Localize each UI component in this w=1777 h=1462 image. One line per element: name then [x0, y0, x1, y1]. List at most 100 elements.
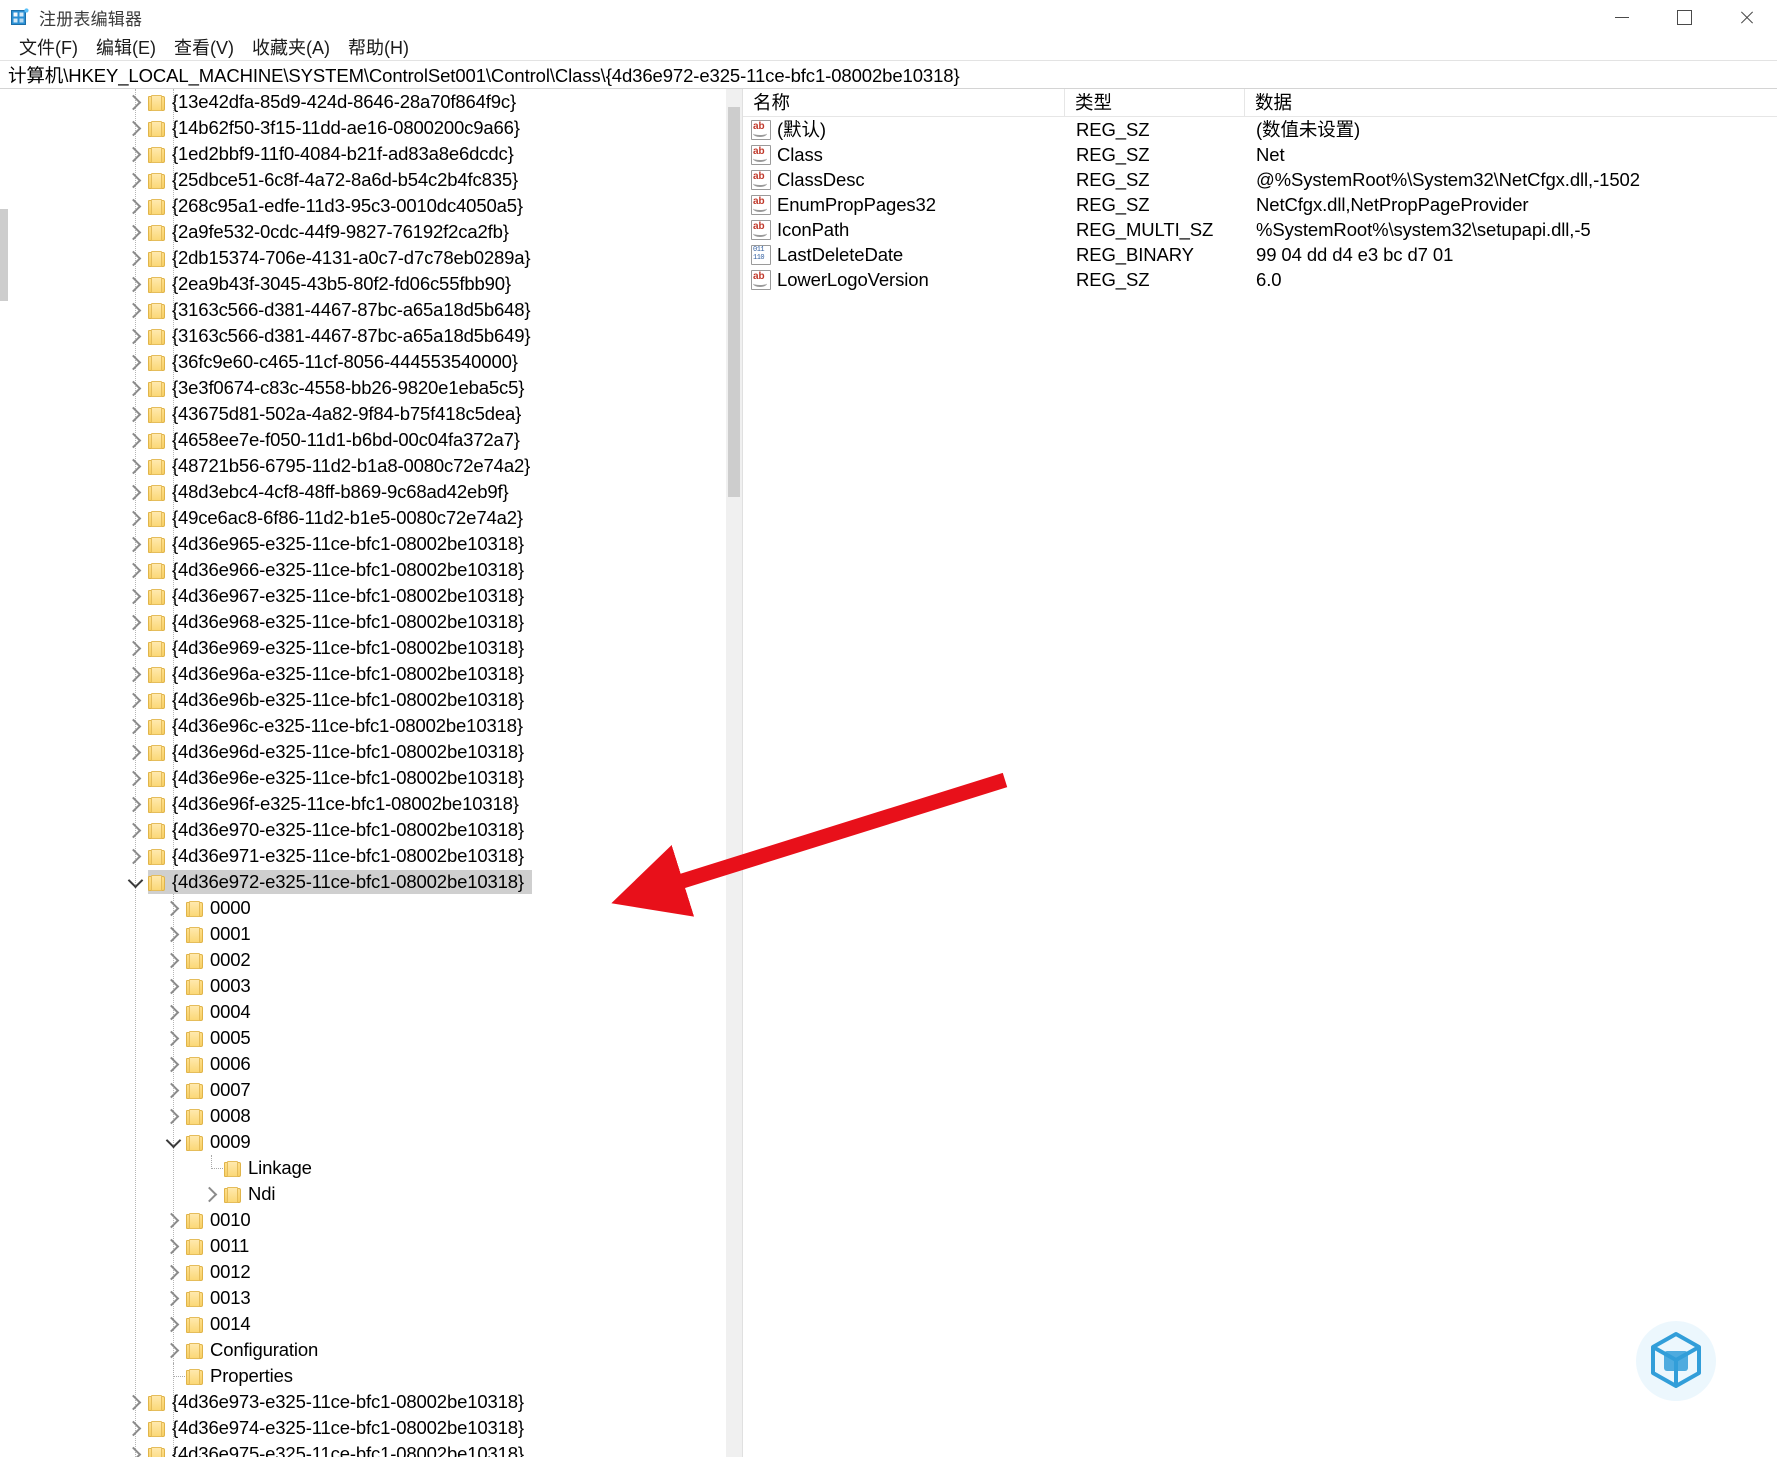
chevron-right-icon[interactable]	[160, 1207, 186, 1233]
tree-node[interactable]: {4d36e96f-e325-11ce-bfc1-08002be10318}	[0, 791, 726, 817]
chevron-right-icon[interactable]	[122, 245, 148, 271]
tree-node-content[interactable]: {14b62f50-3f15-11dd-ae16-0800200c9a66}	[148, 116, 528, 140]
tree-node[interactable]: {268c95a1-edfe-11d3-95c3-0010dc4050a5}	[0, 193, 726, 219]
tree-node[interactable]: 0006	[0, 1051, 726, 1077]
tree-node[interactable]: {36fc9e60-c465-11cf-8056-444553540000}	[0, 349, 726, 375]
tree-node[interactable]: {4d36e975-e325-11ce-bfc1-08002be10318}	[0, 1441, 726, 1457]
chevron-right-icon[interactable]	[160, 1025, 186, 1051]
menu-help[interactable]: 帮助(H)	[339, 32, 418, 63]
tree-node[interactable]: {2db15374-706e-4131-a0c7-d7c78eb0289a}	[0, 245, 726, 271]
chevron-right-icon[interactable]	[122, 427, 148, 453]
tree-node[interactable]: 0004	[0, 999, 726, 1025]
chevron-right-icon[interactable]	[122, 401, 148, 427]
tree-node-content[interactable]: {48d3ebc4-4cf8-48ff-b869-9c68ad42eb9f}	[148, 480, 517, 504]
chevron-right-icon[interactable]	[160, 1233, 186, 1259]
tree-node-content[interactable]: Ndi	[224, 1182, 283, 1206]
tree-node[interactable]: {4d36e965-e325-11ce-bfc1-08002be10318}	[0, 531, 726, 557]
tree-node-content[interactable]: 0011	[186, 1234, 257, 1258]
menu-file[interactable]: 文件(F)	[10, 32, 87, 63]
tree-node[interactable]: {4d36e96a-e325-11ce-bfc1-08002be10318}	[0, 661, 726, 687]
tree-node-content[interactable]: {3163c566-d381-4467-87bc-a65a18d5b648}	[148, 298, 538, 322]
tree-node-content[interactable]: {2db15374-706e-4131-a0c7-d7c78eb0289a}	[148, 246, 538, 270]
tree-node-content[interactable]: 0013	[186, 1286, 259, 1310]
tree-node[interactable]: {14b62f50-3f15-11dd-ae16-0800200c9a66}	[0, 115, 726, 141]
tree-node-content[interactable]: 0008	[186, 1104, 259, 1128]
chevron-right-icon[interactable]	[122, 505, 148, 531]
tree-scrollbar[interactable]	[726, 89, 742, 1457]
chevron-right-icon[interactable]	[122, 583, 148, 609]
chevron-right-icon[interactable]	[122, 765, 148, 791]
tree-node[interactable]: {48d3ebc4-4cf8-48ff-b869-9c68ad42eb9f}	[0, 479, 726, 505]
tree-node-content[interactable]: {49ce6ac8-6f86-11d2-b1e5-0080c72e74a2}	[148, 506, 531, 530]
tree-node-content[interactable]: {4d36e972-e325-11ce-bfc1-08002be10318}	[148, 870, 532, 894]
tree-node-content[interactable]: 0007	[186, 1078, 259, 1102]
tree-node[interactable]: {2ea9b43f-3045-43b5-80f2-fd06c55fbb90}	[0, 271, 726, 297]
tree-node-content[interactable]: {2a9fe532-0cdc-44f9-9827-76192f2ca2fb}	[148, 220, 517, 244]
tree-node[interactable]: {4d36e96b-e325-11ce-bfc1-08002be10318}	[0, 687, 726, 713]
tree-node[interactable]: 0012	[0, 1259, 726, 1285]
address-bar[interactable]: 计算机\HKEY_LOCAL_MACHINE\SYSTEM\ControlSet…	[0, 61, 1777, 89]
tree-node-content[interactable]: Configuration	[186, 1338, 326, 1362]
tree-node-content[interactable]: {36fc9e60-c465-11cf-8056-444553540000}	[148, 350, 526, 374]
tree-node-content[interactable]: {25dbce51-6c8f-4a72-8a6d-b54c2b4fc835}	[148, 168, 526, 192]
chevron-right-icon[interactable]	[122, 141, 148, 167]
tree-node[interactable]: 0003	[0, 973, 726, 999]
tree-node-content[interactable]: {13e42dfa-85d9-424d-8646-28a70f864f9c}	[148, 90, 524, 114]
column-header-data[interactable]: 数据	[1245, 89, 1777, 116]
chevron-right-icon[interactable]	[122, 609, 148, 635]
tree-node[interactable]: {4d36e968-e325-11ce-bfc1-08002be10318}	[0, 609, 726, 635]
chevron-down-icon[interactable]	[122, 869, 148, 895]
value-row[interactable]: ab EnumPropPages32 REG_SZ NetCfgx.dll,NetPr…	[743, 192, 1777, 217]
tree-node-content[interactable]: 0002	[186, 948, 259, 972]
tree-node-content[interactable]: {4d36e969-e325-11ce-bfc1-08002be10318}	[148, 636, 532, 660]
tree-node[interactable]: 0010	[0, 1207, 726, 1233]
tree-node[interactable]: {43675d81-502a-4a82-9f84-b75f418c5dea}	[0, 401, 726, 427]
tree-node-content[interactable]: {4d36e96d-e325-11ce-bfc1-08002be10318}	[148, 740, 532, 764]
tree-node[interactable]: 0005	[0, 1025, 726, 1051]
value-row[interactable]: ab LowerLogoVersion REG_SZ 6.0	[743, 267, 1777, 292]
tree-node[interactable]: {48721b56-6795-11d2-b1a8-0080c72e74a2}	[0, 453, 726, 479]
tree-node[interactable]: 0008	[0, 1103, 726, 1129]
tree-node-content[interactable]: 0004	[186, 1000, 259, 1024]
tree-node[interactable]: 0013	[0, 1285, 726, 1311]
chevron-right-icon[interactable]	[122, 1441, 148, 1457]
tree-node-content[interactable]: Linkage	[224, 1156, 320, 1180]
tree-node[interactable]: {4d36e966-e325-11ce-bfc1-08002be10318}	[0, 557, 726, 583]
tree-node-content[interactable]: 0006	[186, 1052, 259, 1076]
tree-node-content[interactable]: 0010	[186, 1208, 259, 1232]
tree-node-content[interactable]: {4d36e975-e325-11ce-bfc1-08002be10318}	[148, 1442, 532, 1457]
value-row[interactable]: ab IconPath REG_MULTI_SZ %SystemRoot%\syste…	[743, 217, 1777, 242]
chevron-right-icon[interactable]	[122, 193, 148, 219]
tree-node[interactable]: {4658ee7e-f050-11d1-b6bd-00c04fa372a7}	[0, 427, 726, 453]
chevron-right-icon[interactable]	[122, 219, 148, 245]
tree-node[interactable]: {3163c566-d381-4467-87bc-a65a18d5b648}	[0, 297, 726, 323]
tree-node-content[interactable]: {4d36e96b-e325-11ce-bfc1-08002be10318}	[148, 688, 532, 712]
tree-node[interactable]: Ndi	[0, 1181, 726, 1207]
tree-node[interactable]: {13e42dfa-85d9-424d-8646-28a70f864f9c}	[0, 89, 726, 115]
chevron-right-icon[interactable]	[122, 791, 148, 817]
tree-node-content[interactable]: {4d36e96f-e325-11ce-bfc1-08002be10318}	[148, 792, 527, 816]
tree-node-content[interactable]: 0005	[186, 1026, 259, 1050]
chevron-right-icon[interactable]	[160, 973, 186, 999]
tree-node[interactable]: {4d36e96d-e325-11ce-bfc1-08002be10318}	[0, 739, 726, 765]
chevron-right-icon[interactable]	[160, 1051, 186, 1077]
tree-node-content[interactable]: {4d36e973-e325-11ce-bfc1-08002be10318}	[148, 1390, 532, 1414]
value-row[interactable]: ab (默认) REG_SZ (数值未设置)	[743, 117, 1777, 142]
tree-node-content[interactable]: {3e3f0674-c83c-4558-bb26-9820e1eba5c5}	[148, 376, 532, 400]
tree-node[interactable]: {4d36e970-e325-11ce-bfc1-08002be10318}	[0, 817, 726, 843]
chevron-right-icon[interactable]	[198, 1181, 224, 1207]
tree-node[interactable]: {4d36e974-e325-11ce-bfc1-08002be10318}	[0, 1415, 726, 1441]
chevron-right-icon[interactable]	[122, 739, 148, 765]
chevron-right-icon[interactable]	[122, 635, 148, 661]
tree-node-selected[interactable]: {4d36e972-e325-11ce-bfc1-08002be10318}	[0, 869, 726, 895]
chevron-right-icon[interactable]	[122, 687, 148, 713]
tree-node[interactable]: {2a9fe532-0cdc-44f9-9827-76192f2ca2fb}	[0, 219, 726, 245]
tree-node-content[interactable]: {3163c566-d381-4467-87bc-a65a18d5b649}	[148, 324, 538, 348]
chevron-right-icon[interactable]	[122, 1415, 148, 1441]
tree-node-content[interactable]: {4d36e971-e325-11ce-bfc1-08002be10318}	[148, 844, 532, 868]
chevron-right-icon[interactable]	[122, 479, 148, 505]
tree-node-content[interactable]: 0012	[186, 1260, 259, 1284]
chevron-right-icon[interactable]	[160, 1285, 186, 1311]
chevron-down-icon[interactable]	[160, 1129, 186, 1155]
tree-node-content[interactable]: 0001	[186, 922, 259, 946]
